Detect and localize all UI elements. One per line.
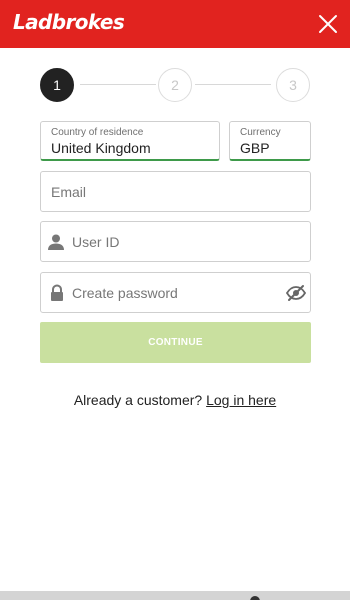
bottom-bar [0,591,350,600]
user-id-placeholder: User ID [72,234,120,250]
country-select[interactable]: Country of residence United Kingdom [40,121,220,161]
login-link[interactable]: Log in here [206,392,276,408]
registration-stepper: 1 2 3 [40,68,311,102]
login-prompt: Already a customer? Log in here [0,392,350,408]
email-placeholder: Email [51,184,87,200]
currency-select[interactable]: Currency GBP [229,121,311,161]
stepper-connector [195,84,271,85]
country-label: Country of residence [51,127,144,138]
header-bar: Ladbrokes [0,0,350,48]
user-id-field[interactable]: User ID [40,221,311,262]
user-icon [48,234,64,250]
ladbrokes-logo: Ladbrokes [13,10,125,34]
lock-icon [51,284,63,301]
continue-button[interactable]: CONTINUE [40,322,311,363]
country-value: United Kingdom [51,140,151,156]
close-button[interactable] [318,14,338,34]
step-3: 3 [276,68,310,102]
password-placeholder: Create password [72,285,178,301]
stepper-connector [80,84,156,85]
step-1: 1 [40,68,74,102]
bottom-indicator [250,596,260,600]
currency-label: Currency [240,127,281,138]
password-field[interactable]: Create password [40,272,311,313]
currency-value: GBP [240,140,270,156]
eye-off-icon[interactable] [286,284,306,302]
step-2: 2 [158,68,192,102]
already-customer-text: Already a customer? [73,392,203,408]
close-icon [319,15,337,33]
email-field[interactable]: Email [40,171,311,212]
